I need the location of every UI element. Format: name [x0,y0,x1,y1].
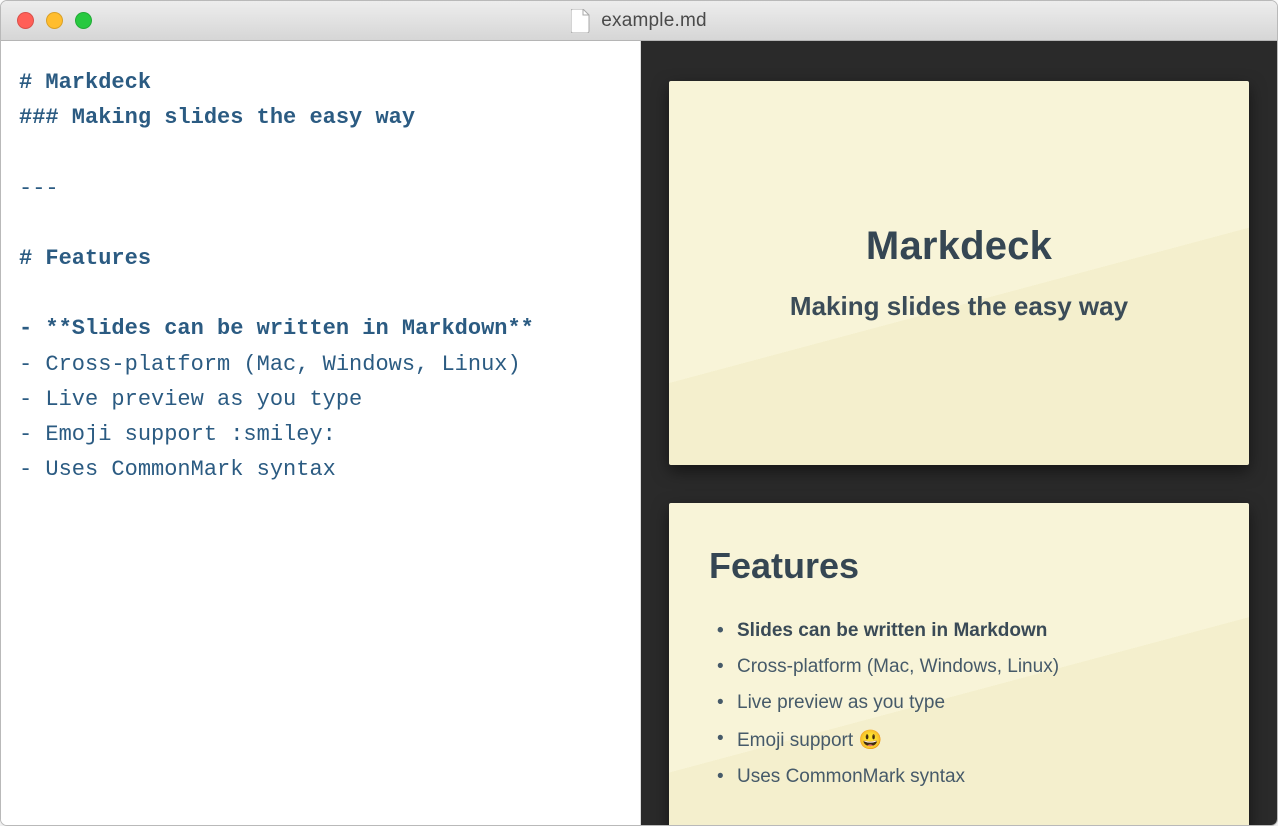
titlebar[interactable]: example.md [1,1,1277,41]
editor-line[interactable]: # Features [19,241,622,276]
editor-line[interactable]: - Emoji support :smiley: [19,417,622,452]
editor-line[interactable]: - Cross-platform (Mac, Windows, Linux) [19,347,622,382]
slide-2-title: Features [709,545,1209,587]
editor-line[interactable] [19,206,622,241]
window-close-button[interactable] [17,12,34,29]
window-zoom-button[interactable] [75,12,92,29]
body-split: # Markdeck### Making slides the easy way… [1,41,1277,825]
window-minimize-button[interactable] [46,12,63,29]
editor-line[interactable]: - Live preview as you type [19,382,622,417]
list-item: Live preview as you type [717,685,1209,721]
title-wrap: example.md [1,9,1277,33]
editor-line[interactable]: - **Slides can be written in Markdown** [19,311,622,346]
slide-1[interactable]: Markdeck Making slides the easy way [669,81,1249,465]
slide-2-list: Slides can be written in MarkdownCross-p… [717,613,1209,795]
list-item: Emoji support 😃 [717,721,1209,759]
preview-pane[interactable]: Markdeck Making slides the easy way Feat… [641,41,1277,825]
list-item: Slides can be written in Markdown [717,613,1209,649]
editor-line[interactable] [19,135,622,170]
editor-line[interactable]: ### Making slides the easy way [19,100,622,135]
document-icon [571,9,591,33]
editor-line[interactable]: --- [19,171,622,206]
slide-2[interactable]: Features Slides can be written in Markdo… [669,503,1249,825]
window-title: example.md [601,10,707,32]
traffic-lights [1,12,92,29]
app-window: example.md # Markdeck### Making slides t… [0,0,1278,826]
list-item: Uses CommonMark syntax [717,759,1209,795]
markdown-editor[interactable]: # Markdeck### Making slides the easy way… [1,41,641,825]
slide-1-subtitle: Making slides the easy way [790,291,1128,322]
editor-line[interactable]: - Uses CommonMark syntax [19,452,622,487]
list-item: Cross-platform (Mac, Windows, Linux) [717,649,1209,685]
slide-1-title: Markdeck [866,224,1052,269]
editor-line[interactable]: # Markdeck [19,65,622,100]
editor-line[interactable] [19,276,622,311]
